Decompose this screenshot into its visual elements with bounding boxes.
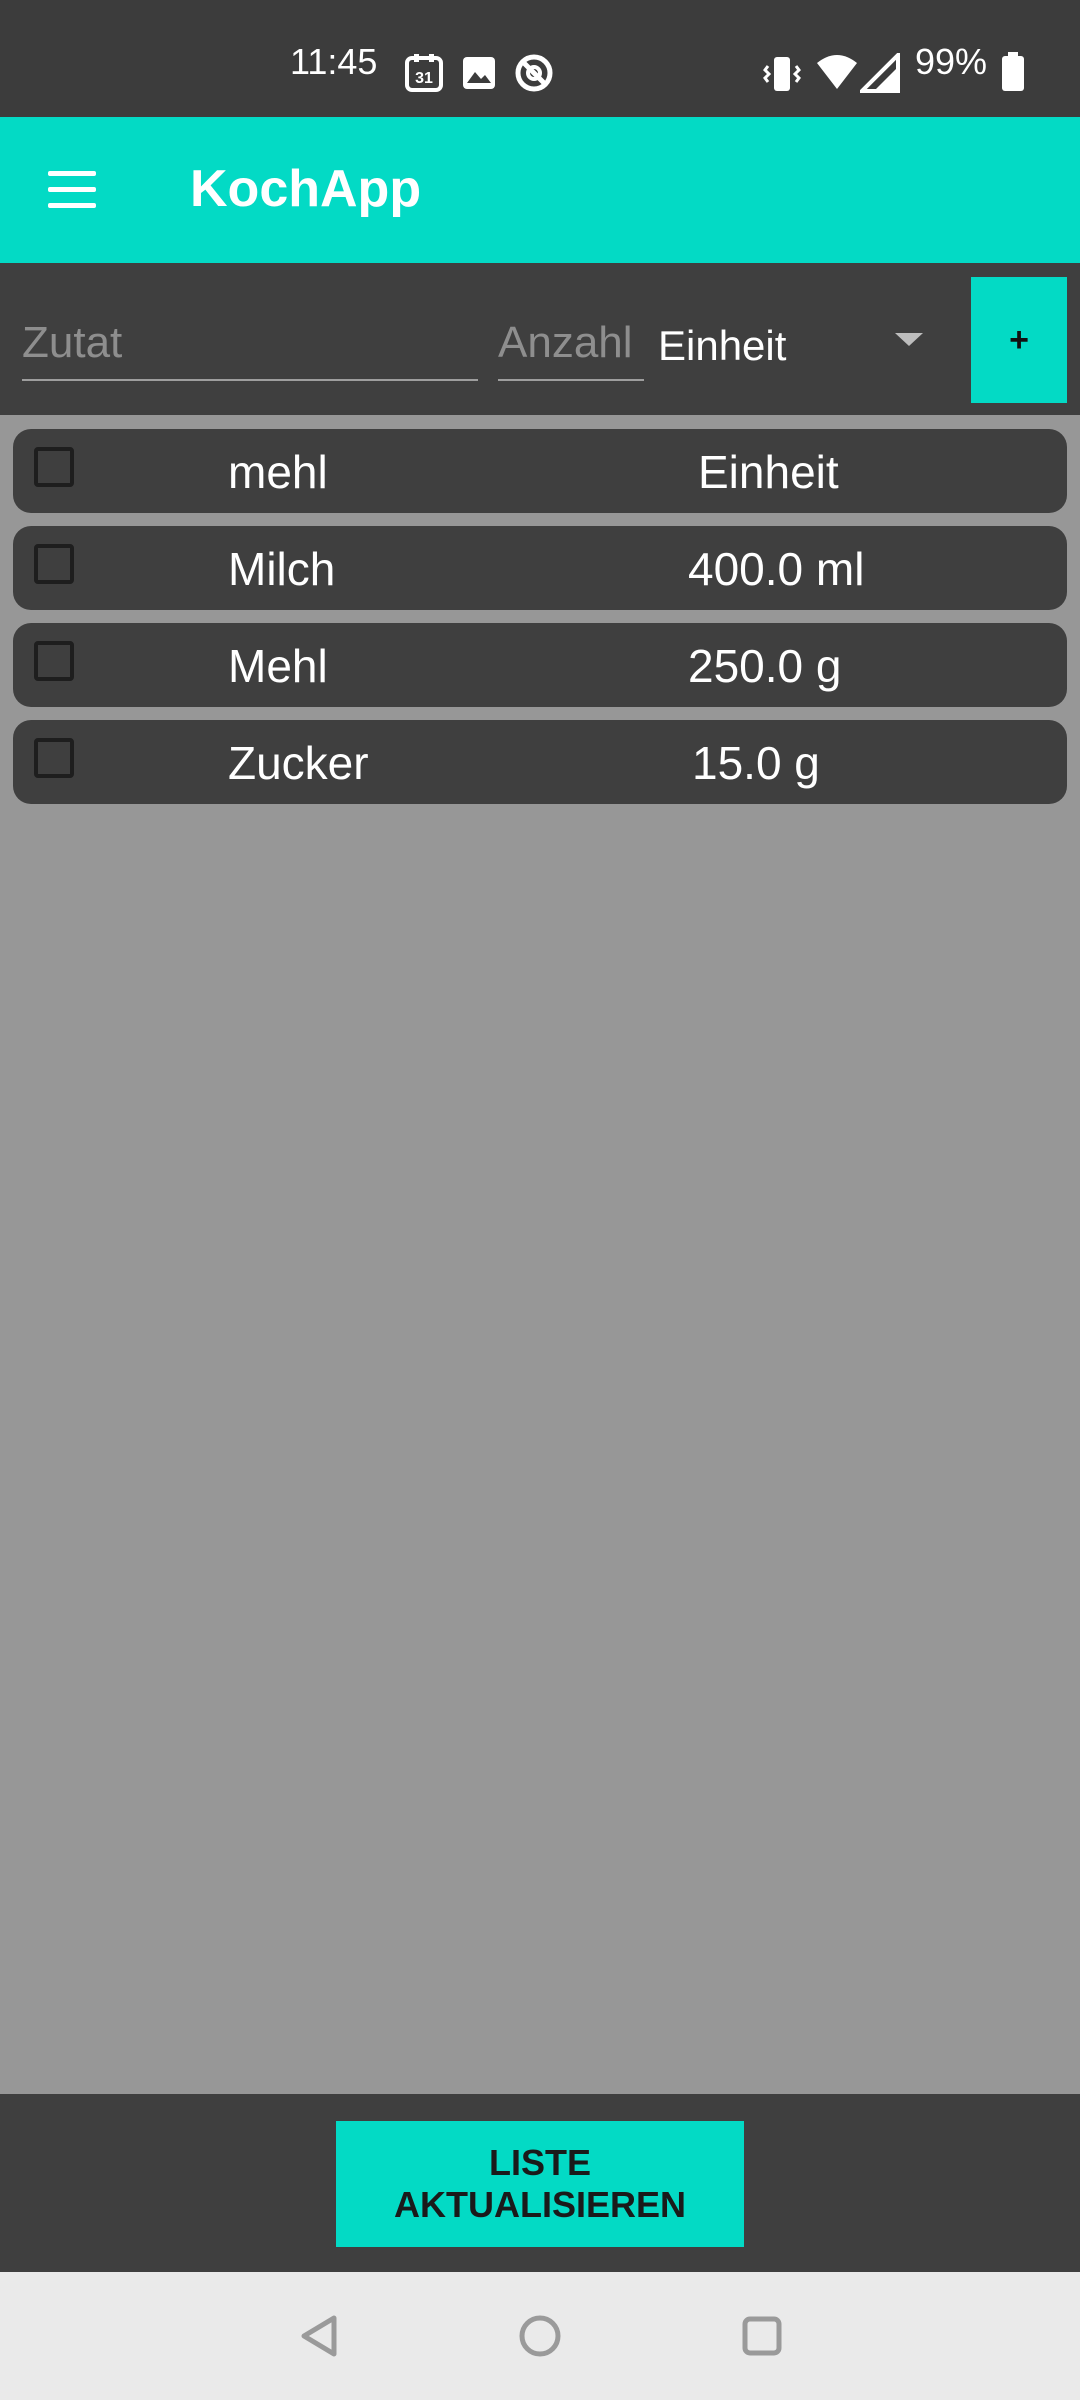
item-name: Milch xyxy=(228,543,336,595)
app-bar: KochApp xyxy=(0,117,1080,263)
status-bar: 11:45 31 99% xyxy=(0,0,1080,117)
battery-percent: 99% xyxy=(915,41,988,82)
item-amount: Einheit xyxy=(698,446,839,498)
item-name: Mehl xyxy=(228,640,328,692)
ingredient-input[interactable] xyxy=(22,313,478,381)
battery-icon xyxy=(1000,52,1026,97)
back-icon[interactable] xyxy=(294,2310,346,2362)
item-name: Zucker xyxy=(228,737,369,789)
calendar-day: 31 xyxy=(415,70,433,87)
home-icon[interactable] xyxy=(514,2310,566,2362)
item-checkbox[interactable] xyxy=(34,641,74,681)
do-not-disturb-icon xyxy=(514,53,554,98)
status-time: 11:45 xyxy=(290,41,378,82)
image-icon xyxy=(462,56,496,95)
vibrate-icon xyxy=(762,54,802,99)
calendar-icon: 31 xyxy=(404,53,444,98)
unit-selected-value: Einheit xyxy=(658,322,787,369)
add-ingredient-row: Einheit xyxy=(0,263,1080,415)
unit-dropdown[interactable]: Einheit xyxy=(656,313,926,379)
item-amount: 400.0 ml xyxy=(688,543,865,595)
cell-signal-icon xyxy=(857,50,900,98)
list-item: Mehl 250.0 g xyxy=(13,623,1067,707)
list-item: Zucker 15.0 g xyxy=(13,720,1067,804)
list-item: Milch 400.0 ml xyxy=(13,526,1067,610)
system-navigation-bar xyxy=(0,2272,1080,2400)
ingredient-list: mehl Einheit Milch 400.0 ml Mehl 250.0 g… xyxy=(13,429,1067,817)
dropdown-arrow-icon xyxy=(895,333,923,346)
recent-apps-icon[interactable] xyxy=(736,2310,788,2362)
item-checkbox[interactable] xyxy=(34,738,74,778)
amount-input[interactable] xyxy=(498,313,644,381)
list-item: mehl Einheit xyxy=(13,429,1067,513)
item-name: mehl xyxy=(228,446,328,498)
app-title: KochApp xyxy=(190,160,422,218)
item-checkbox[interactable] xyxy=(34,447,74,487)
hamburger-menu-icon[interactable] xyxy=(44,167,100,213)
item-checkbox[interactable] xyxy=(34,544,74,584)
wifi-icon xyxy=(815,53,859,96)
update-list-button[interactable]: LISTE AKTUALISIEREN xyxy=(336,2121,744,2247)
item-amount: 250.0 g xyxy=(688,640,842,692)
add-ingredient-button[interactable]: + xyxy=(971,277,1067,403)
item-amount: 15.0 g xyxy=(692,737,820,789)
